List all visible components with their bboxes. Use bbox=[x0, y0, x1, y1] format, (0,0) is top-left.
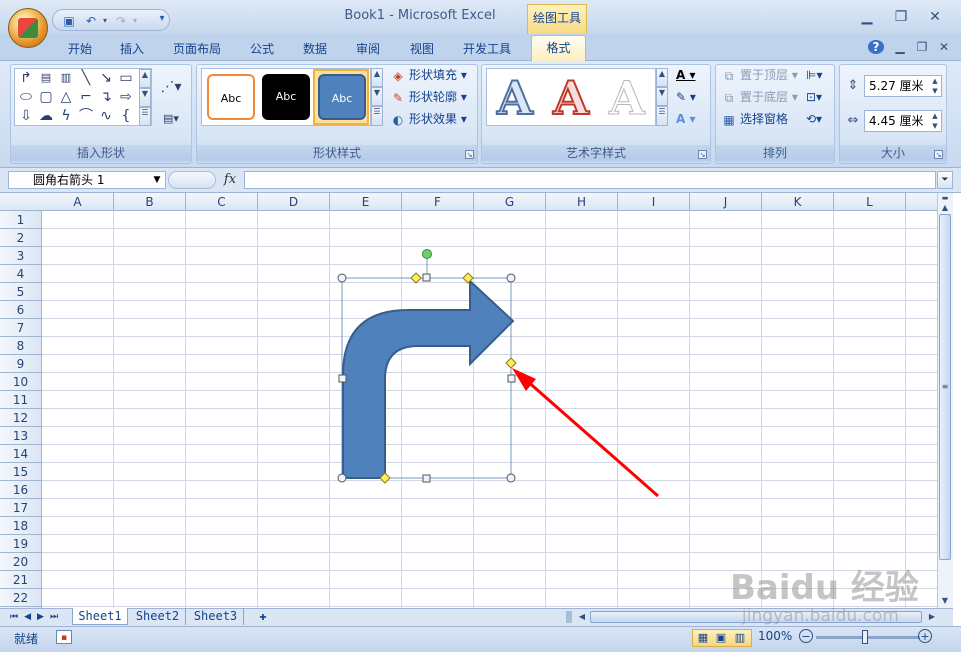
watermark-url: jingyan.baidu.com bbox=[742, 606, 899, 626]
resize-handle-bottom-right[interactable] bbox=[506, 473, 516, 483]
normal-view-icon[interactable]: ▦ bbox=[696, 631, 710, 645]
page-layout-view-icon[interactable]: ▣ bbox=[714, 631, 728, 645]
adjust-handle-shaft-width[interactable] bbox=[410, 272, 422, 284]
macro-record-icon[interactable]: ▪ bbox=[56, 630, 72, 644]
scroll-down-icon[interactable]: ▼ bbox=[939, 596, 951, 606]
insert-sheet-icon[interactable]: ✚ bbox=[248, 608, 278, 625]
resize-handle-right[interactable] bbox=[507, 374, 516, 383]
resize-handle-top-right[interactable] bbox=[506, 273, 516, 283]
thumb-grip-icon: ≡ bbox=[941, 382, 949, 391]
rounded-right-arrow-shape[interactable] bbox=[342, 278, 515, 479]
tab-split-handle[interactable] bbox=[566, 611, 572, 623]
watermark-brand: Baidu 经验 bbox=[730, 568, 919, 608]
zoom-level[interactable]: 100% bbox=[758, 629, 792, 643]
resize-handle-bottom[interactable] bbox=[422, 474, 431, 483]
sheet-tab-sheet2[interactable]: Sheet2 bbox=[130, 608, 186, 625]
zoom-out-icon[interactable]: − bbox=[799, 629, 813, 643]
zoom-slider-track[interactable] bbox=[816, 636, 920, 639]
annotation-arrow-line bbox=[525, 378, 659, 498]
status-ready: 就绪 bbox=[14, 632, 39, 646]
sheet-tab-sheet3[interactable]: Sheet3 bbox=[188, 608, 244, 625]
rotation-handle[interactable] bbox=[422, 249, 432, 259]
office-button[interactable] bbox=[8, 8, 48, 48]
scroll-left-icon[interactable]: ◀ bbox=[576, 611, 588, 623]
scroll-up-icon[interactable]: ▲ bbox=[939, 203, 951, 213]
resize-handle-left[interactable] bbox=[338, 374, 347, 383]
sheet-tab-sheet1[interactable]: Sheet1 bbox=[72, 608, 128, 625]
resize-handle-bottom-left[interactable] bbox=[337, 473, 347, 483]
zoom-slider-thumb[interactable] bbox=[862, 630, 868, 644]
status-bar bbox=[0, 626, 961, 652]
scroll-right-icon[interactable]: ▶ bbox=[926, 611, 938, 623]
resize-handle-top-left[interactable] bbox=[337, 273, 347, 283]
tab-format[interactable]: 格式 bbox=[531, 35, 586, 61]
resize-handle-top[interactable] bbox=[422, 273, 431, 282]
drawing-layer bbox=[337, 249, 659, 498]
sheet-navigation-icons[interactable]: ⏮◀▶⏭ bbox=[10, 610, 70, 624]
split-box-icon[interactable]: ▬ bbox=[939, 194, 951, 202]
office-logo-icon bbox=[18, 18, 38, 38]
adjust-handle-head-length[interactable] bbox=[505, 357, 517, 369]
zoom-in-icon[interactable]: + bbox=[918, 629, 932, 643]
page-break-view-icon[interactable]: ▥ bbox=[733, 631, 747, 645]
